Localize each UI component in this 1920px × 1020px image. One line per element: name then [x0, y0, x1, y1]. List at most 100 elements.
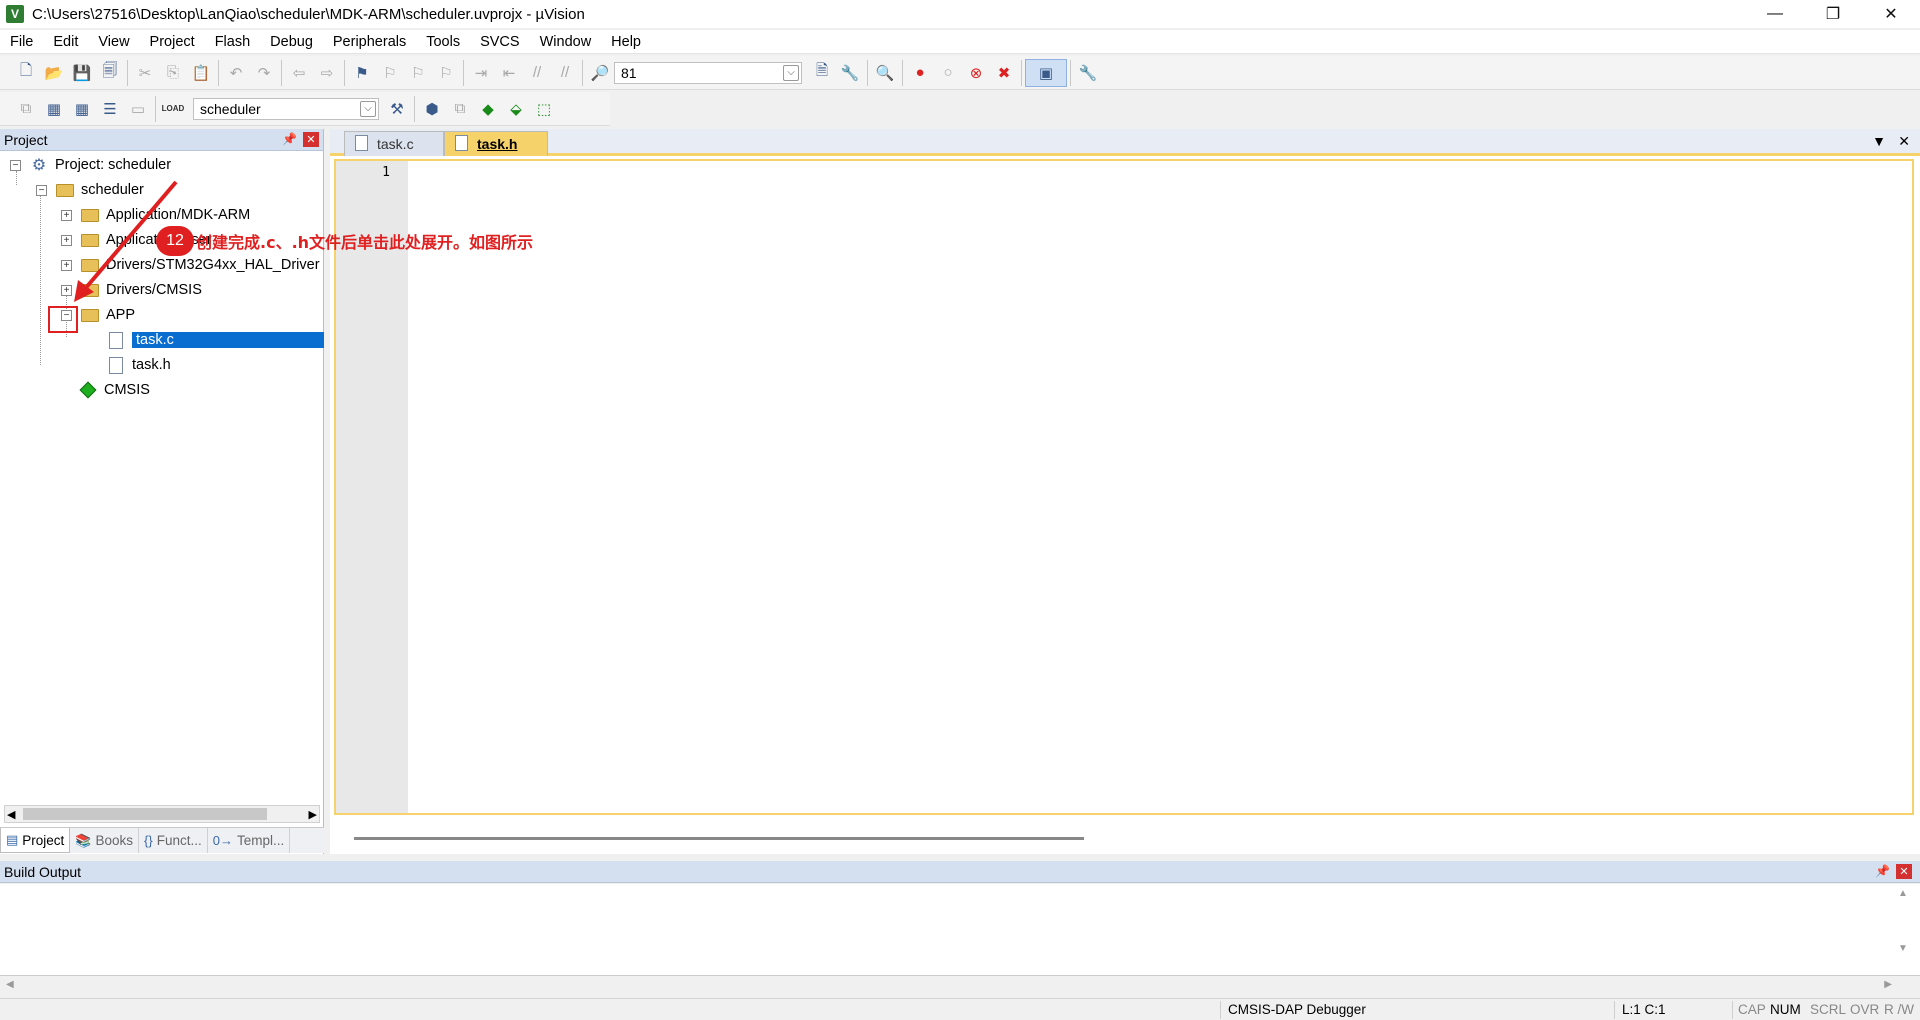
tab-templates[interactable]: 0→ Templ... — [208, 828, 291, 853]
kill-breakpoints-icon[interactable]: ⊗ — [962, 59, 990, 87]
tree-root[interactable]: − ⚙ Project: scheduler — [10, 154, 171, 176]
project-hscrollbar[interactable]: ◀ ▶ — [4, 805, 320, 823]
disable-breakpoint-icon[interactable]: ○ — [934, 59, 962, 87]
bookmark-icon[interactable]: ⚑ — [348, 59, 376, 87]
uncomment-icon[interactable]: // — [551, 59, 579, 87]
status-rw: R /W — [1884, 1002, 1914, 1017]
close-tab-icon[interactable]: ✕ — [1898, 133, 1910, 150]
tree-target[interactable]: − scheduler — [36, 179, 144, 201]
stop-build-icon[interactable]: ▭ — [124, 95, 152, 123]
copy-icon[interactable]: ⎘ — [159, 59, 187, 87]
next-bookmark-icon[interactable]: ⚐ — [404, 59, 432, 87]
nav-back-icon[interactable]: ⇦ — [285, 59, 313, 87]
tree-group-application-mdk-arm[interactable]: + Application/MDK-ARM — [61, 204, 250, 226]
select-packs-icon[interactable]: ⬙ — [502, 95, 530, 123]
scroll-thumb[interactable] — [23, 808, 267, 820]
find-icon[interactable]: 🗎 — [808, 59, 836, 87]
collapse-icon[interactable]: − — [36, 184, 47, 196]
build-output-pane[interactable]: ▲ ▼ — [0, 884, 1920, 976]
menu-tools[interactable]: Tools — [416, 34, 470, 50]
build-vscrollbar[interactable]: ▲ ▼ — [1898, 888, 1914, 972]
restore-button[interactable]: ❐ — [1804, 0, 1862, 28]
menu-window[interactable]: Window — [530, 34, 602, 50]
menu-svcs[interactable]: SVCS — [470, 34, 530, 50]
incremental-find-icon[interactable]: 🔧 — [836, 59, 864, 87]
unindent-icon[interactable]: ⇤ — [495, 59, 523, 87]
find-combo[interactable]: 81 ⌵ — [614, 61, 802, 84]
download-icon[interactable]: LOAD — [159, 95, 187, 123]
editor-hscrollbar[interactable] — [354, 837, 1084, 840]
menu-debug[interactable]: Debug — [260, 34, 323, 50]
configure-icon[interactable]: 🔧 — [1074, 59, 1102, 87]
build-icon[interactable]: ▦ — [40, 95, 68, 123]
breakpoint-icon[interactable]: ● — [906, 59, 934, 87]
redo-icon[interactable]: ↷ — [250, 59, 278, 87]
tree-file-task-c[interactable]: task.c — [106, 329, 324, 351]
tree-group-drivers-cmsis[interactable]: + Drivers/CMSIS — [61, 279, 202, 301]
new-file-icon[interactable]: 🗋 — [12, 59, 40, 87]
close-icon[interactable]: ✕ — [303, 132, 319, 147]
pack-installer-icon[interactable]: ⬚ — [530, 95, 558, 123]
scroll-left-icon[interactable]: ◀ — [6, 979, 14, 990]
window-layout-icon[interactable]: ▣ — [1025, 58, 1067, 87]
tab-books[interactable]: 📚 Books — [70, 828, 140, 853]
tab-project[interactable]: ▤ Project — [0, 828, 71, 853]
save-all-icon[interactable]: 🗐 — [96, 59, 124, 87]
code-editor[interactable]: 1 — [334, 159, 1914, 815]
open-file-icon[interactable]: 📂 — [40, 59, 68, 87]
translate-icon[interactable]: ⧉ — [12, 95, 40, 123]
nav-forward-icon[interactable]: ⇨ — [313, 59, 341, 87]
chevron-down-icon[interactable]: ⌵ — [360, 100, 376, 117]
manage-multi-project-icon[interactable]: ⧉ — [446, 95, 474, 123]
undo-icon[interactable]: ↶ — [222, 59, 250, 87]
pin-icon[interactable]: 📌 — [1875, 864, 1890, 878]
menu-edit[interactable]: Edit — [43, 34, 88, 50]
prev-bookmark-icon[interactable]: ⚐ — [376, 59, 404, 87]
close-icon[interactable]: ✕ — [1896, 864, 1912, 879]
expand-icon[interactable]: + — [61, 209, 72, 221]
cut-icon[interactable]: ✂ — [131, 59, 159, 87]
menu-help[interactable]: Help — [601, 34, 651, 50]
close-button[interactable]: ✕ — [1862, 0, 1920, 28]
expand-icon[interactable]: + — [61, 234, 72, 246]
kill-all-breakpoints-icon[interactable]: ✖ — [990, 59, 1018, 87]
find-in-files-icon[interactable]: 🔎 — [586, 59, 614, 87]
target-options-icon[interactable]: ⚒ — [383, 95, 411, 123]
tab-task-h[interactable]: task.h — [444, 131, 548, 156]
menu-view[interactable]: View — [88, 34, 139, 50]
menu-peripherals[interactable]: Peripherals — [323, 34, 416, 50]
tab-label: Project — [22, 832, 65, 848]
expand-icon[interactable]: + — [61, 284, 72, 296]
pin-icon[interactable]: 📌 — [282, 132, 297, 146]
scroll-right-icon[interactable]: ▶ — [1884, 979, 1892, 990]
collapse-icon[interactable]: − — [10, 159, 21, 171]
comment-icon[interactable]: // — [523, 59, 551, 87]
tree-group-hal-driver[interactable]: + Drivers/STM32G4xx_HAL_Driver — [61, 254, 320, 276]
tree-cmsis[interactable]: CMSIS — [78, 379, 150, 401]
toolbar-separator — [414, 95, 415, 122]
minimize-button[interactable]: — — [1746, 0, 1804, 28]
start-debug-icon[interactable]: 🔍 — [871, 59, 899, 87]
expand-icon[interactable]: + — [61, 259, 72, 271]
build-hscrollbar[interactable]: ◀ ▶ — [0, 976, 1900, 994]
scroll-left-icon[interactable]: ◀ — [7, 808, 15, 821]
scroll-right-icon[interactable]: ▶ — [309, 808, 317, 821]
chevron-down-icon[interactable]: ⌵ — [783, 64, 799, 81]
project-panel-title: Project — [4, 131, 48, 148]
tab-task-c[interactable]: task.c — [344, 131, 444, 156]
menu-file[interactable]: File — [0, 34, 43, 50]
tree-file-task-h[interactable]: task.h — [106, 354, 171, 376]
indent-icon[interactable]: ⇥ — [467, 59, 495, 87]
manage-runtime-env-icon[interactable]: ◆ — [474, 95, 502, 123]
manage-project-items-icon[interactable]: ⬢ — [418, 95, 446, 123]
target-select[interactable]: scheduler ⌵ — [193, 97, 379, 120]
batch-build-icon[interactable]: ☰ — [96, 95, 124, 123]
rebuild-icon[interactable]: ▦ — [68, 95, 96, 123]
tab-list-dropdown-icon[interactable]: ▼ — [1872, 133, 1886, 149]
save-icon[interactable]: 💾 — [68, 59, 96, 87]
menu-project[interactable]: Project — [140, 34, 205, 50]
menu-flash[interactable]: Flash — [205, 34, 260, 50]
clear-bookmarks-icon[interactable]: ⚐ — [432, 59, 460, 87]
tab-functions[interactable]: {} Funct... — [139, 828, 208, 853]
paste-icon[interactable]: 📋 — [187, 59, 215, 87]
